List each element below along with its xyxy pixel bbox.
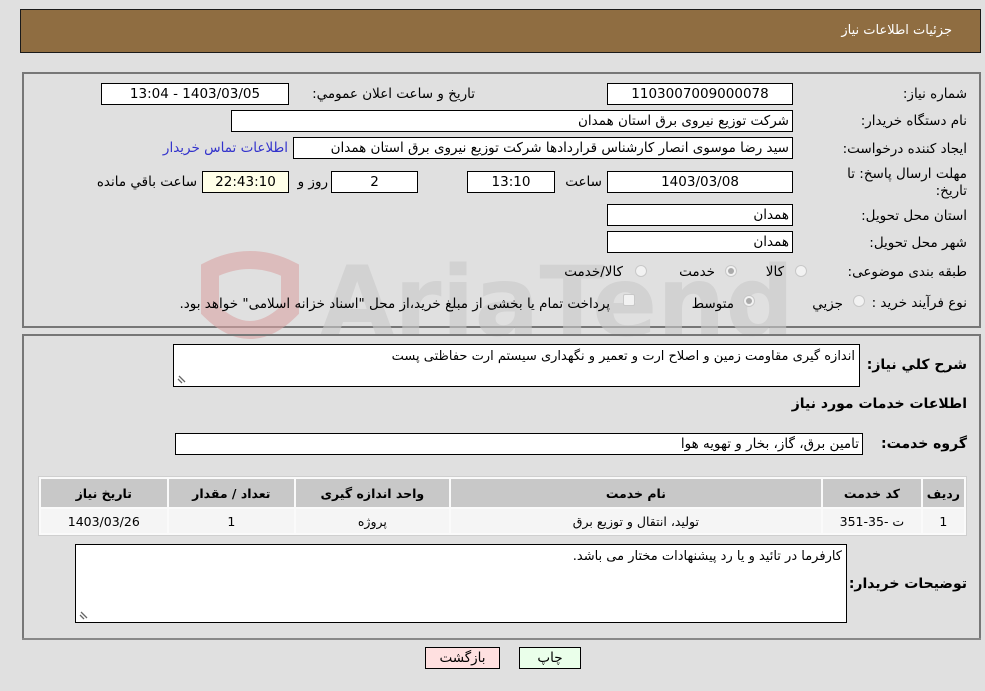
col-header-unit: واحد اندازه گيری <box>296 479 449 507</box>
buyer-notes-label: توضيحات خريدار: <box>848 576 967 592</box>
delivery-province-label: استان محل تحويل: <box>861 208 967 224</box>
page-header: جزئیات اطلاعات نیاز <box>20 9 981 53</box>
cell-quantity: 1 <box>168 509 295 533</box>
cell-unit: پروژه <box>296 509 449 533</box>
process-option-minor: جزيي <box>812 296 843 312</box>
category-radio-goods-service[interactable] <box>635 265 647 277</box>
services-table-wrapper: رديف کد خدمت نام خدمت واحد اندازه گيری ت… <box>38 476 967 536</box>
buyer-org-field: شرکت توزیع نیروی برق استان همدان <box>231 110 793 132</box>
resize-grip-icon[interactable] <box>79 610 89 620</box>
cell-service-name: توليد، انتقال و توزيع برق <box>450 509 822 533</box>
process-radio-medium[interactable] <box>743 295 755 307</box>
treasury-note: پرداخت تمام يا بخشی از مبلغ خريد،از محل … <box>179 296 610 312</box>
category-option-service: خدمت <box>679 264 715 280</box>
buyer-org-label: نام دستگاه خريدار: <box>860 113 967 129</box>
deadline-time-field: 13:10 <box>467 171 555 193</box>
announce-datetime-field: 1403/03/05 - 13:04 <box>101 83 289 105</box>
days-remaining-field: 2 <box>331 171 418 193</box>
cell-need-date: 1403/03/26 <box>41 509 167 533</box>
process-option-medium: متوسط <box>691 296 734 312</box>
resize-grip-icon[interactable] <box>177 374 187 384</box>
delivery-city-field: همدان <box>607 231 793 253</box>
services-table: رديف کد خدمت نام خدمت واحد اندازه گيری ت… <box>38 476 967 536</box>
delivery-province-field: همدان <box>607 204 793 226</box>
category-radio-service[interactable] <box>725 265 737 277</box>
time-remaining-field: 22:43:10 <box>202 171 289 193</box>
description-text: اندازه گیری مقاومت زمین و اصلاح ارت و تع… <box>391 349 855 364</box>
page-title: جزئیات اطلاعات نیاز <box>841 23 952 38</box>
announce-datetime-label: تاريخ و ساعت اعلان عمومي: <box>312 86 475 102</box>
cell-service-code: ت -35-351 <box>823 509 921 533</box>
buyer-contact-link[interactable]: اطلاعات تماس خريدار <box>163 140 288 156</box>
deadline-label: مهلت ارسال پاسخ: تا تاريخ: <box>847 166 967 199</box>
category-option-goods-service: کالا/خدمت <box>564 264 623 280</box>
need-number-label: شماره نیاز: <box>902 86 967 102</box>
col-header-quantity: تعداد / مقدار <box>168 479 295 507</box>
col-header-row-number: رديف <box>922 479 964 507</box>
cell-row-number: 1 <box>922 509 964 533</box>
divider <box>22 638 981 640</box>
category-radio-goods[interactable] <box>795 265 807 277</box>
table-row: 1 ت -35-351 توليد، انتقال و توزيع برق پر… <box>41 509 964 533</box>
description-label: شرح کلي نياز: <box>866 357 967 373</box>
category-option-goods: کالا <box>765 264 784 280</box>
back-button[interactable]: بازگشت <box>425 647 500 669</box>
description-textarea[interactable]: اندازه گیری مقاومت زمین و اصلاح ارت و تع… <box>173 344 860 387</box>
service-group-field: تامين برق، گاز، بخار و تهويه هوا <box>175 433 863 455</box>
days-label: روز و <box>297 174 328 190</box>
col-header-service-code: کد خدمت <box>823 479 921 507</box>
print-button[interactable]: چاپ <box>519 647 581 669</box>
time-remaining-label: ساعت باقي مانده <box>96 174 197 190</box>
requester-label: ايجاد کننده درخواست: <box>842 141 967 157</box>
deadline-date-field: 1403/03/08 <box>607 171 793 193</box>
deadline-time-label: ساعت <box>565 174 602 190</box>
services-section-title: اطلاعات خدمات مورد نياز <box>791 396 967 412</box>
services-table-header-row: رديف کد خدمت نام خدمت واحد اندازه گيری ت… <box>41 479 964 507</box>
col-header-need-date: تاريخ نياز <box>41 479 167 507</box>
buyer-notes-textarea[interactable]: کارفرما در تائيد و يا رد پيشنهادات مختار… <box>75 544 847 623</box>
process-label: نوع فرآيند خريد : <box>871 295 967 311</box>
service-group-label: گروه خدمت: <box>881 436 967 452</box>
col-header-service-name: نام خدمت <box>450 479 822 507</box>
process-radio-minor[interactable] <box>853 295 865 307</box>
buyer-notes-text: کارفرما در تائيد و يا رد پيشنهادات مختار… <box>572 549 842 564</box>
category-label: طبقه بندی موضوعی: <box>847 264 967 280</box>
treasury-checkbox[interactable] <box>623 294 635 306</box>
requester-field: سید رضا موسوی انصار کارشناس قراردادها شر… <box>293 137 793 159</box>
need-number-field: 1103007009000078 <box>607 83 793 105</box>
delivery-city-label: شهر محل تحويل: <box>869 235 967 251</box>
